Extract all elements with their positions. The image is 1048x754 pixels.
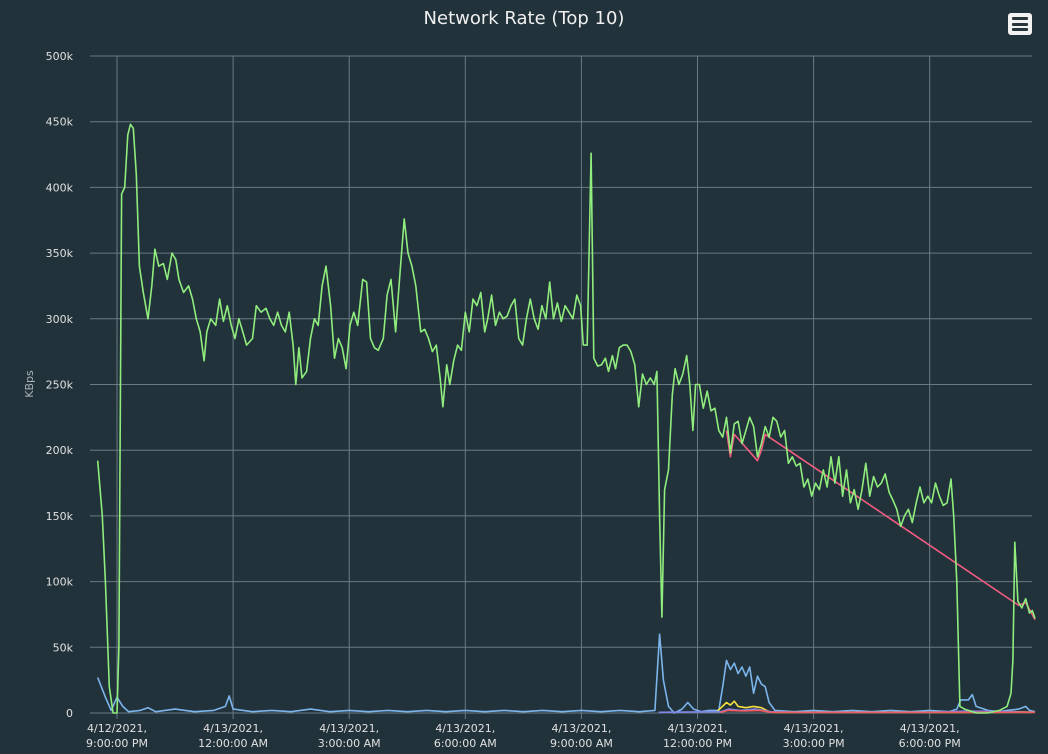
- x-tick-label-date: 4/13/2021,: [900, 722, 960, 735]
- x-tick-label-date: 4/13/2021,: [551, 722, 611, 735]
- series-line-1[interactable]: [725, 430, 1036, 621]
- x-tick-label-time: 12:00:00 PM: [663, 737, 732, 750]
- y-gridlines: [90, 55, 1032, 714]
- y-tick-label: 300k: [46, 313, 74, 326]
- series-line-2[interactable]: [96, 633, 1036, 714]
- x-tick-label-time: 12:00:00 AM: [198, 737, 268, 750]
- y-tick-label: 150k: [46, 510, 74, 523]
- x-axis-tick-labels: 4/12/2021, 9:00:00 PM 4/13/2021, 12:00:00 A…: [86, 722, 961, 750]
- x-tick-label-date: 4/13/2021,: [319, 722, 379, 735]
- y-axis-title: KBps: [23, 370, 36, 398]
- y-axis-tick-labels: 0 50k 100k 150k 200k 250k 300k 350k 400k 450k 500k: [46, 50, 74, 720]
- y-tick-label: 200k: [46, 444, 74, 457]
- x-tick-label-date: 4/13/2021,: [668, 722, 728, 735]
- y-tick-label: 350k: [46, 247, 74, 260]
- y-tick-label: 250k: [46, 379, 74, 392]
- y-tick-label: 400k: [46, 181, 74, 194]
- y-tick-label: 450k: [46, 116, 74, 129]
- y-tick-label: 500k: [46, 50, 74, 63]
- x-tick-label-time: 3:00:00 PM: [783, 737, 845, 750]
- x-gridlines: [90, 56, 1032, 719]
- chart-container: Network Rate (Top 10) 0 50k 100k 150k 200k 25…: [0, 0, 1048, 754]
- y-tick-label: 0: [66, 707, 73, 720]
- x-tick-label-time: 6:00:00 AM: [434, 737, 497, 750]
- series-line-0[interactable]: [96, 123, 1036, 714]
- y-tick-label: 100k: [46, 576, 74, 589]
- x-tick-label-time: 9:00:00 AM: [550, 737, 613, 750]
- x-tick-label-date: 4/13/2021,: [784, 722, 844, 735]
- x-tick-label-date: 4/13/2021,: [203, 722, 263, 735]
- x-tick-label-time: 9:00:00 PM: [86, 737, 148, 750]
- x-tick-label-time: 6:00:00 PM: [899, 737, 961, 750]
- x-tick-label-time: 3:00:00 AM: [318, 737, 381, 750]
- series-layer: [96, 123, 1036, 714]
- x-tick-label-date: 4/13/2021,: [435, 722, 495, 735]
- y-tick-label: 50k: [53, 641, 74, 654]
- x-tick-label-date: 4/12/2021,: [87, 722, 147, 735]
- chart-plot: 0 50k 100k 150k 200k 250k 300k 350k 400k 450k 500k…: [23, 50, 1036, 750]
